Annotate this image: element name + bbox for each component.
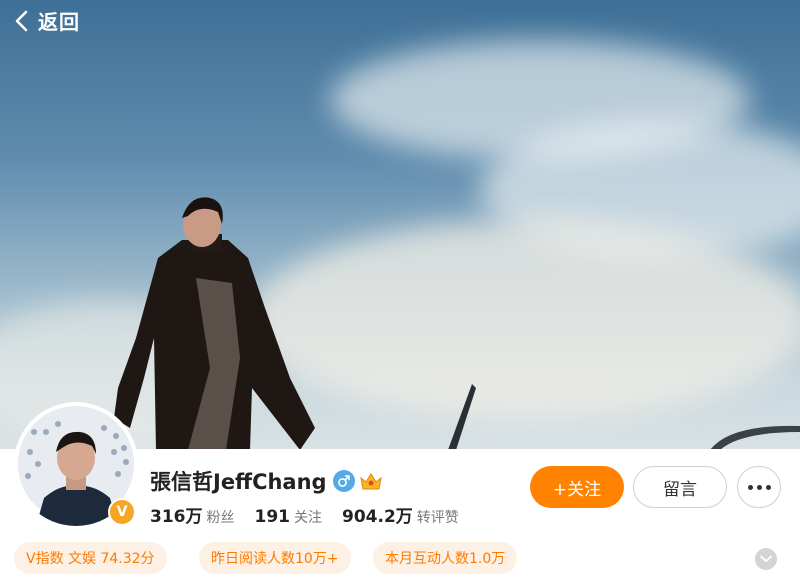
tag-daily-readers[interactable]: 昨日阅读人数10万+ <box>199 542 351 574</box>
male-icon <box>332 470 355 492</box>
following-count[interactable]: 191 <box>255 507 291 527</box>
more-dot <box>747 484 753 490</box>
wing-decoration <box>448 384 476 449</box>
stats-row: 316万 粉丝 191 关注 904.2万 转评赞 <box>150 502 479 527</box>
more-dot <box>765 484 771 490</box>
cover-image: 返回 <box>0 0 800 449</box>
chevron-down-icon <box>760 555 772 563</box>
back-button[interactable]: 返回 <box>10 6 80 35</box>
message-button[interactable]: 留言 <box>633 466 727 508</box>
verified-badge: V <box>108 498 136 526</box>
chevron-left-icon <box>15 10 28 31</box>
engagement-label: 转评赞 <box>416 510 459 526</box>
tag-monthly-interactions[interactable]: 本月互动人数1.0万 <box>373 542 518 574</box>
tag-v-index[interactable]: V指数 文娱 74.32分 <box>14 542 167 574</box>
more-dot <box>756 484 762 490</box>
engagement-count: 904.2万 <box>342 507 413 527</box>
followers-count[interactable]: 316万 <box>150 502 203 527</box>
profile-name: 張信哲JeffChang <box>150 470 327 494</box>
following-label[interactable]: 关注 <box>294 507 322 527</box>
name-row: 張信哲JeffChang <box>150 466 383 496</box>
follow-button[interactable]: +关注 <box>530 466 624 508</box>
followers-label[interactable]: 粉丝 <box>207 507 235 527</box>
person-figure <box>114 197 315 449</box>
more-button[interactable] <box>737 466 781 508</box>
tail-decoration <box>710 425 800 449</box>
expand-button[interactable] <box>755 548 777 570</box>
crown-icon <box>359 473 382 490</box>
back-label: 返回 <box>38 10 80 34</box>
